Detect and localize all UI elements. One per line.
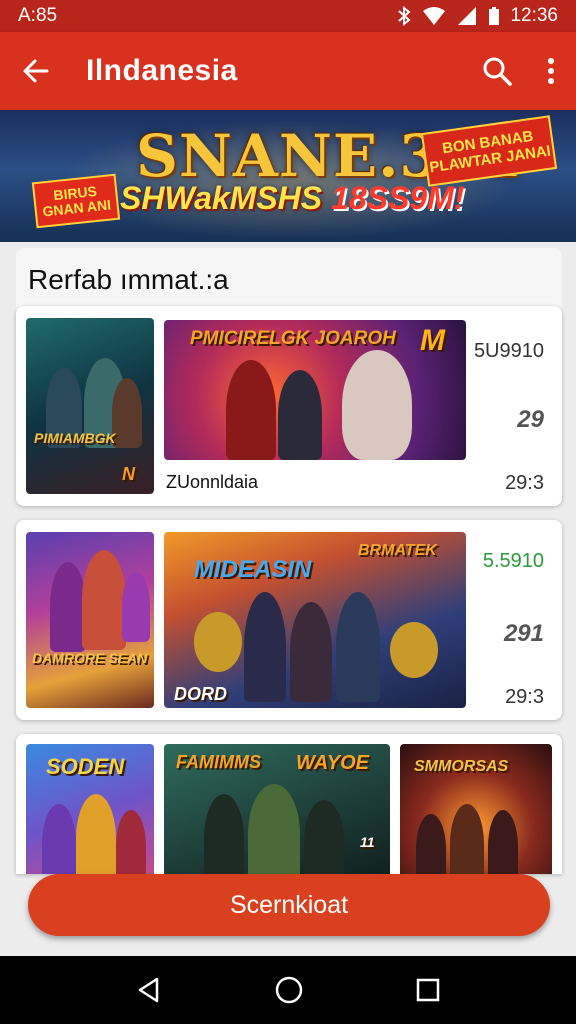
status-time-left: A:85 xyxy=(18,5,58,26)
artwork-label: MIDEASIN xyxy=(194,556,312,583)
artwork-sub-label: DORD xyxy=(174,684,227,704)
artwork-label: SMMORSAS xyxy=(414,758,509,775)
artwork-figure xyxy=(194,612,242,672)
artwork-label: FAMIMMS xyxy=(176,752,261,772)
game-meta-mid: 29 xyxy=(517,406,544,433)
game-meta-bottom: 29:3 xyxy=(505,472,544,494)
more-vert-icon[interactable] xyxy=(546,56,556,86)
poster-figure xyxy=(42,804,76,874)
poster-label: SODEN xyxy=(46,754,125,779)
artwork-sub-label: 11 xyxy=(360,834,375,850)
banner-subtitle-main: SHWakMSHS xyxy=(120,180,323,216)
poster-figure xyxy=(122,572,150,642)
app-bar-actions xyxy=(482,56,556,86)
game-meta-top: 5.5910 xyxy=(482,550,544,572)
wifi-icon xyxy=(423,7,446,25)
app-bar: Ilndanesia xyxy=(0,32,576,110)
poster-figure xyxy=(76,794,116,874)
banner-tag-left: BIRUS GNAN ANI xyxy=(31,173,121,229)
banner-subtitle: SHWakMSHS 18SS9M! xyxy=(120,180,464,217)
game-meta-bottom: 29:3 xyxy=(505,686,544,708)
game-caption: ZUonnldaia xyxy=(166,472,259,492)
artwork-figure xyxy=(488,810,518,874)
game-poster[interactable]: PIMIAMBGK N xyxy=(26,318,154,494)
game-meta-mid: 291 xyxy=(503,620,544,647)
status-time-right: 12:36 xyxy=(510,5,558,26)
status-icons: 12:36 xyxy=(396,5,558,27)
section-heading: Rerfab ımmat.:a xyxy=(16,248,562,310)
game-poster[interactable]: SODEN xyxy=(26,744,154,874)
artwork-label: PMICIRELGK JOAROH xyxy=(190,328,396,349)
battery-icon xyxy=(489,7,500,25)
artwork-figure xyxy=(336,592,380,702)
artwork-label-secondary: WAYOE xyxy=(296,752,369,774)
game-card[interactable]: DAMRORE SEAN MIDEASIN BRMATEK DORD 5.591… xyxy=(16,520,562,720)
search-icon[interactable] xyxy=(482,56,512,86)
artwork-creature xyxy=(342,350,412,460)
banner-subtitle-red: 18SS9M! xyxy=(331,180,465,216)
bluetooth-icon xyxy=(398,6,411,26)
artwork-badge: M xyxy=(420,324,445,357)
promo-banner[interactable]: BIRUS GNAN ANI SNANE.311 BON BANAB PLAWT… xyxy=(0,110,576,242)
game-card[interactable]: PIMIAMBGK N PMICIRELGK JOAROH M ZUonnlda… xyxy=(16,306,562,506)
status-bar: A:85 12:36 xyxy=(0,0,576,32)
game-artwork[interactable]: SMMORSAS xyxy=(400,744,552,874)
artwork-figure xyxy=(226,360,276,460)
nav-back-icon[interactable] xyxy=(135,976,163,1004)
primary-action-button[interactable]: Scernkioat xyxy=(28,874,550,936)
poster-badge: N xyxy=(122,464,135,484)
nav-recents-icon[interactable] xyxy=(415,977,441,1003)
game-poster[interactable]: DAMRORE SEAN xyxy=(26,532,154,708)
game-artwork[interactable]: FAMIMMS WAYOE 11 xyxy=(164,744,390,874)
artwork-figure xyxy=(450,804,484,874)
artwork-figure xyxy=(416,814,446,874)
system-nav-bar xyxy=(0,956,576,1024)
game-meta-top: 5U9910 xyxy=(473,340,544,362)
signal-icon xyxy=(458,7,477,25)
artwork-figure xyxy=(248,784,300,874)
artwork-label-secondary: BRMATEK xyxy=(358,542,437,559)
game-artwork[interactable]: PMICIRELGK JOAROH M xyxy=(164,320,466,460)
poster-label: PIMIAMBGK xyxy=(34,430,116,446)
poster-figure xyxy=(82,550,126,650)
poster-figure xyxy=(112,378,142,448)
page-title: Ilndanesia xyxy=(86,54,238,87)
nav-home-icon[interactable] xyxy=(274,975,304,1005)
back-button[interactable] xyxy=(20,55,52,87)
artwork-figure xyxy=(278,370,322,460)
poster-figure xyxy=(116,810,146,874)
game-card[interactable]: SODEN FAMIMMS WAYOE 11 SMMORSAS xyxy=(16,734,562,874)
poster-figure xyxy=(50,562,86,652)
artwork-figure xyxy=(390,622,438,678)
game-artwork[interactable]: MIDEASIN BRMATEK DORD xyxy=(164,532,466,708)
artwork-figure xyxy=(244,592,286,702)
back-arrow-icon xyxy=(23,59,49,83)
artwork-figure xyxy=(204,794,244,874)
poster-label: DAMRORE SEAN xyxy=(32,650,148,666)
artwork-figure xyxy=(290,602,332,702)
artwork-figure xyxy=(304,800,344,874)
